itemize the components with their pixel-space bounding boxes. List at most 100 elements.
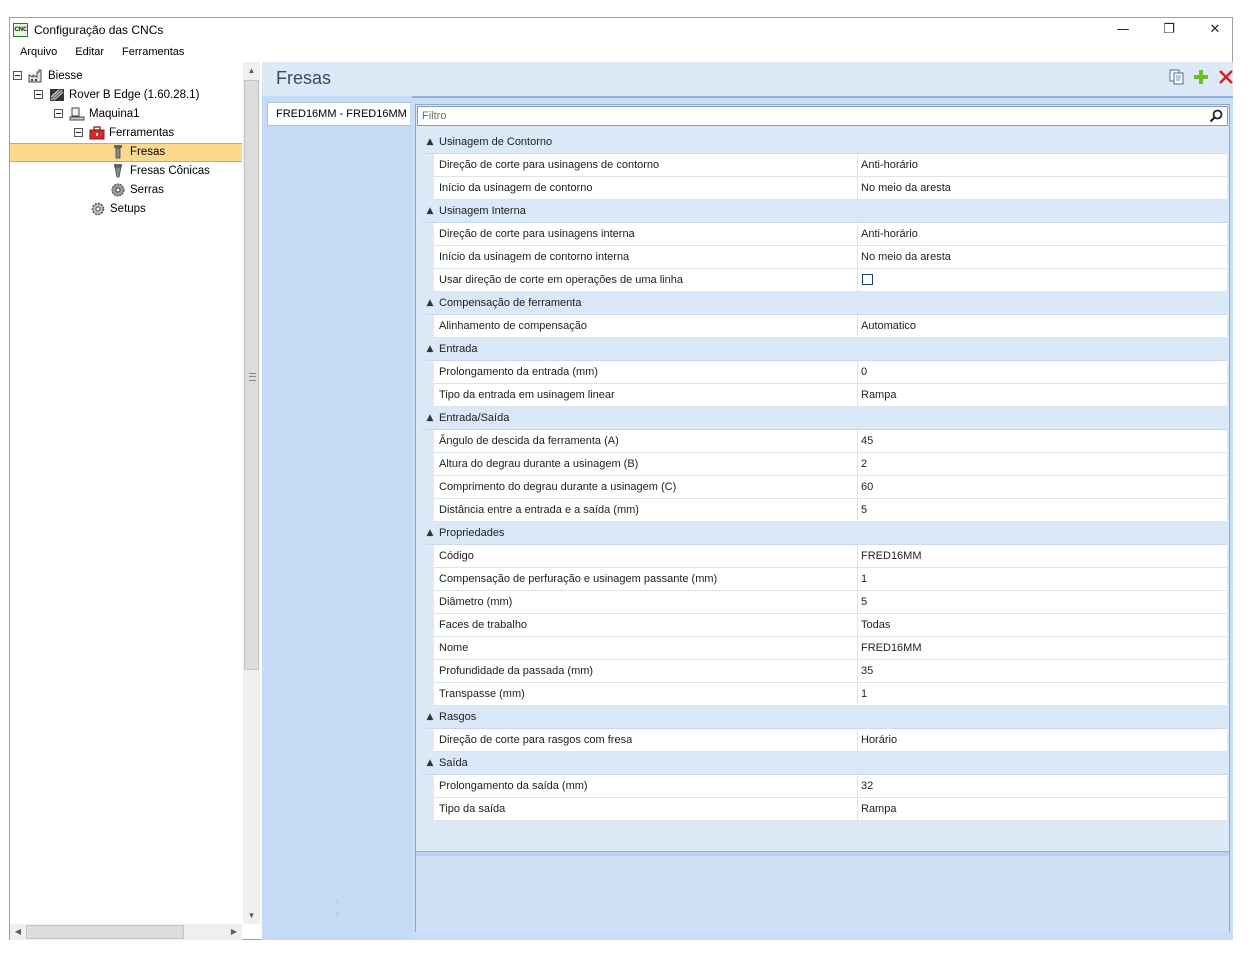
workstation-icon: [69, 107, 85, 120]
property-value[interactable]: 0: [858, 361, 1227, 384]
category-propriedades[interactable]: ▲ Propriedades: [422, 522, 1227, 545]
close-button[interactable]: ✕: [1192, 18, 1238, 42]
description-pane: [416, 856, 1229, 932]
property-row[interactable]: Código FRED16MM: [422, 545, 1227, 568]
tree-node-biesse[interactable]: Biesse: [13, 67, 241, 86]
collapse-chevron-icon[interactable]: ▲: [424, 338, 436, 360]
collapse-chevron-icon[interactable]: ▲: [424, 200, 436, 222]
collapse-icon[interactable]: [74, 128, 83, 137]
property-row[interactable]: Prolongamento da saída (mm) 32: [422, 775, 1227, 798]
tree-node-fresas[interactable]: Fresas: [10, 143, 242, 162]
property-row[interactable]: Tipo da entrada em usinagem linear Rampa: [422, 384, 1227, 407]
property-row[interactable]: Compensação de perfuração e usinagem pas…: [422, 568, 1227, 591]
property-value[interactable]: Automatico: [858, 315, 1227, 338]
tree-node-ferramentas[interactable]: Ferramentas: [74, 124, 241, 143]
scroll-thumb[interactable]: [244, 80, 259, 670]
property-row[interactable]: Comprimento do degrau durante a usinagem…: [422, 476, 1227, 499]
category-usinagem-interna[interactable]: ▲ Usinagem Interna: [422, 200, 1227, 223]
property-row[interactable]: Direção de corte para usinagens de conto…: [422, 154, 1227, 177]
delete-icon[interactable]: [1217, 68, 1235, 86]
category-compensacao-ferramenta[interactable]: ▲ Compensação de ferramenta: [422, 292, 1227, 315]
property-row[interactable]: Profundidade da passada (mm) 35: [422, 660, 1227, 683]
property-value[interactable]: Anti-horário: [858, 154, 1227, 177]
scroll-thumb[interactable]: [26, 925, 184, 939]
category-usinagem-contorno[interactable]: ▲ Usinagem de Contorno: [422, 131, 1227, 154]
category-rasgos[interactable]: ▲ Rasgos: [422, 706, 1227, 729]
property-row[interactable]: Nome FRED16MM: [422, 637, 1227, 660]
property-row[interactable]: Altura do degrau durante a usinagem (B) 2: [422, 453, 1227, 476]
collapse-chevron-icon[interactable]: ▲: [424, 706, 436, 728]
collapse-icon[interactable]: [34, 90, 43, 99]
property-row[interactable]: Faces de trabalho Todas: [422, 614, 1227, 637]
property-value[interactable]: 1: [858, 683, 1227, 706]
menu-arquivo[interactable]: Arquivo: [10, 42, 66, 62]
property-value[interactable]: 5: [858, 499, 1227, 522]
property-name: Diâmetro (mm): [434, 591, 858, 614]
property-row[interactable]: Ângulo de descida da ferramenta (A) 45: [422, 430, 1227, 453]
property-row[interactable]: Distância entre a entrada e a saída (mm)…: [422, 499, 1227, 522]
search-icon[interactable]: [1209, 109, 1223, 123]
property-value[interactable]: 60: [858, 476, 1227, 499]
property-row[interactable]: Direção de corte para usinagens interna A…: [422, 223, 1227, 246]
property-row[interactable]: Início da usinagem de contorno No meio da…: [422, 177, 1227, 200]
property-row[interactable]: Tipo da saída Rampa: [422, 798, 1227, 821]
property-value[interactable]: No meio da aresta: [858, 177, 1227, 200]
add-icon[interactable]: [1192, 68, 1210, 86]
property-row[interactable]: Usar direção de corte em operações de um…: [422, 269, 1227, 292]
property-value[interactable]: 1: [858, 568, 1227, 591]
content-area: Biesse Rover B Edge (1.60.28.1) Maquina1…: [10, 62, 1235, 940]
property-value[interactable]: 32: [858, 775, 1227, 798]
collapse-icon[interactable]: [54, 109, 63, 118]
property-value[interactable]: 45: [858, 430, 1227, 453]
property-value[interactable]: Rampa: [858, 384, 1227, 407]
property-value[interactable]: 5: [858, 591, 1227, 614]
property-row[interactable]: Direção de corte para rasgos com fresa Ho…: [422, 729, 1227, 752]
menu-bar: Arquivo Editar Ferramentas: [10, 42, 1232, 62]
property-value[interactable]: Rampa: [858, 798, 1227, 821]
tree-node-serras[interactable]: Serras: [110, 181, 241, 200]
property-row[interactable]: Transpasse (mm) 1: [422, 683, 1227, 706]
tab-scroll-down-icon[interactable]: ▼: [332, 910, 342, 919]
tree-node-rover[interactable]: Rover B Edge (1.60.28.1): [34, 86, 241, 105]
property-value[interactable]: No meio da aresta: [858, 246, 1227, 269]
property-value[interactable]: 2: [858, 453, 1227, 476]
filter-input[interactable]: [422, 108, 1192, 124]
property-row[interactable]: Início da usinagem de contorno interna No…: [422, 246, 1227, 269]
tree-horizontal-scrollbar[interactable]: ◀ ▶: [10, 924, 242, 940]
collapse-chevron-icon[interactable]: ▲: [424, 131, 436, 153]
collapse-chevron-icon[interactable]: ▲: [424, 292, 436, 314]
collapse-chevron-icon[interactable]: ▲: [424, 407, 436, 429]
property-value[interactable]: FRED16MM: [858, 637, 1227, 660]
tab-fred16mm[interactable]: FRED16MM - FRED16MM: [267, 102, 410, 126]
scroll-down-arrow-icon[interactable]: ▼: [243, 907, 260, 924]
collapse-chevron-icon[interactable]: ▲: [424, 522, 436, 544]
copy-icon[interactable]: [1168, 68, 1186, 86]
property-row[interactable]: Alinhamento de compensação Automatico: [422, 315, 1227, 338]
property-value[interactable]: 35: [858, 660, 1227, 683]
category-entrada-saida[interactable]: ▲ Entrada/Saída: [422, 407, 1227, 430]
collapse-chevron-icon[interactable]: ▲: [424, 752, 436, 774]
minimize-button[interactable]: —: [1100, 18, 1146, 42]
collapse-icon[interactable]: [13, 71, 22, 80]
scroll-right-arrow-icon[interactable]: ▶: [226, 924, 242, 940]
property-row[interactable]: Diâmetro (mm) 5: [422, 591, 1227, 614]
property-value[interactable]: Todas: [858, 614, 1227, 637]
tab-scroll-up-icon[interactable]: ▲: [332, 896, 342, 905]
maximize-button[interactable]: ❐: [1146, 18, 1192, 42]
property-value[interactable]: FRED16MM: [858, 545, 1227, 568]
property-value[interactable]: Anti-horário: [858, 223, 1227, 246]
single-line-direction-checkbox[interactable]: [862, 274, 873, 285]
tree-node-fresas-conicas[interactable]: Fresas Cônicas: [110, 162, 241, 181]
property-row[interactable]: Prolongamento da entrada (mm) 0: [422, 361, 1227, 384]
menu-ferramentas[interactable]: Ferramentas: [113, 42, 193, 62]
tree-vertical-scrollbar[interactable]: ▲ ▼: [243, 62, 260, 924]
property-name: Altura do degrau durante a usinagem (B): [434, 453, 858, 476]
property-value[interactable]: Horário: [858, 729, 1227, 752]
tree-node-maquina1[interactable]: Maquina1: [54, 105, 241, 124]
menu-editar[interactable]: Editar: [66, 42, 113, 62]
tree-node-setups[interactable]: Setups: [90, 200, 241, 219]
category-entrada[interactable]: ▲ Entrada: [422, 338, 1227, 361]
scroll-up-arrow-icon[interactable]: ▲: [243, 62, 260, 79]
scroll-left-arrow-icon[interactable]: ◀: [10, 924, 26, 940]
category-saida[interactable]: ▲ Saída: [422, 752, 1227, 775]
